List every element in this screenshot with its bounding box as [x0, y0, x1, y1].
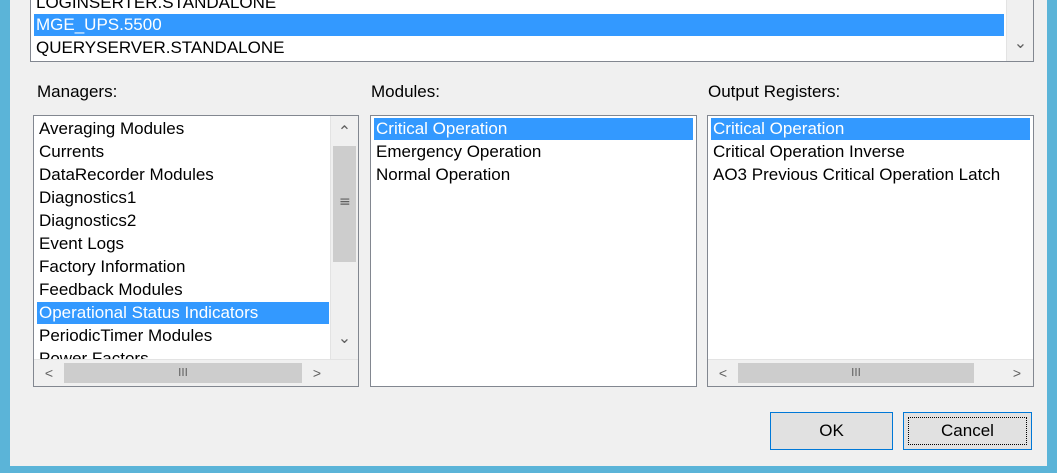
managers-list-item[interactable]: Feedback Modules — [37, 279, 329, 301]
window-frame-bottom — [0, 466, 1057, 473]
modules-list-item-selected[interactable]: Critical Operation — [374, 118, 693, 140]
node-list-vscrollbar[interactable]: ⌄ — [1006, 0, 1033, 61]
output-registers-list-item-selected[interactable]: Critical Operation — [711, 118, 1030, 140]
scroll-down-icon[interactable]: ⌄ — [331, 328, 358, 356]
node-list-item-selected[interactable]: MGE_UPS.5500 — [34, 14, 1004, 36]
modules-list[interactable]: Critical Operation Emergency Operation N… — [370, 115, 697, 387]
output-registers-hscroll-thumb[interactable]: III — [738, 363, 974, 383]
managers-list-item[interactable]: Event Logs — [37, 233, 329, 255]
managers-list-item[interactable]: Averaging Modules — [37, 118, 329, 140]
managers-hscroll-thumb[interactable]: III — [64, 363, 302, 383]
managers-list-item[interactable]: DataRecorder Modules — [37, 164, 329, 186]
modules-list-item[interactable]: Normal Operation — [374, 164, 693, 186]
scroll-up-icon[interactable]: ⌃ — [331, 118, 358, 144]
scroll-left-icon[interactable]: < — [710, 361, 736, 385]
ok-button-label: OK — [819, 421, 844, 440]
modules-list-item[interactable]: Emergency Operation — [374, 141, 693, 163]
window-frame-left — [0, 0, 10, 473]
scroll-down-icon[interactable]: ⌄ — [1007, 32, 1033, 60]
managers-vscrollbar[interactable]: ⌃ ≡ ⌄ — [330, 116, 358, 359]
window-frame-right — [1047, 0, 1057, 473]
node-list-item[interactable]: QUERYSERVER.STANDALONE — [34, 36, 1004, 56]
output-registers-list[interactable]: Critical Operation Critical Operation In… — [707, 115, 1034, 387]
managers-list[interactable]: Averaging Modules Currents DataRecorder … — [33, 115, 359, 387]
managers-vscroll-thumb[interactable]: ≡ — [333, 146, 356, 262]
grip-icon: III — [178, 366, 188, 379]
managers-list-item-selected[interactable]: Operational Status Indicators — [37, 302, 329, 324]
modules-label: Modules: — [371, 82, 440, 101]
managers-list-item[interactable]: Factory Information — [37, 256, 329, 278]
managers-list-item[interactable]: PeriodicTimer Modules — [37, 325, 329, 347]
managers-list-item[interactable]: Diagnostics2 — [37, 210, 329, 232]
managers-label: Managers: — [37, 82, 118, 101]
scroll-right-icon[interactable]: > — [304, 361, 330, 385]
scroll-right-icon[interactable]: > — [1004, 361, 1030, 385]
managers-hscrollbar[interactable]: < III > — [34, 359, 358, 386]
grip-icon: ≡ — [339, 194, 351, 210]
managers-list-item[interactable]: Diagnostics1 — [37, 187, 329, 209]
node-list-item[interactable]: LOGINSERTER.STANDALONE — [34, 0, 1004, 14]
cancel-button-label: Cancel — [941, 421, 994, 440]
managers-list-item[interactable]: Currents — [37, 141, 329, 163]
output-registers-list-item[interactable]: Critical Operation Inverse — [711, 141, 1030, 163]
output-registers-label: Output Registers: — [708, 82, 841, 101]
grip-icon: III — [851, 366, 861, 379]
output-registers-hscrollbar[interactable]: < III > — [708, 359, 1033, 386]
scroll-left-icon[interactable]: < — [36, 361, 62, 385]
cancel-button[interactable]: Cancel — [903, 412, 1032, 450]
output-registers-list-item[interactable]: AO3 Previous Critical Operation Latch — [711, 164, 1030, 186]
ok-button[interactable]: OK — [770, 412, 893, 450]
node-list[interactable]: LOGINSERTER.STANDALONE MGE_UPS.5500 QUER… — [30, 0, 1034, 62]
